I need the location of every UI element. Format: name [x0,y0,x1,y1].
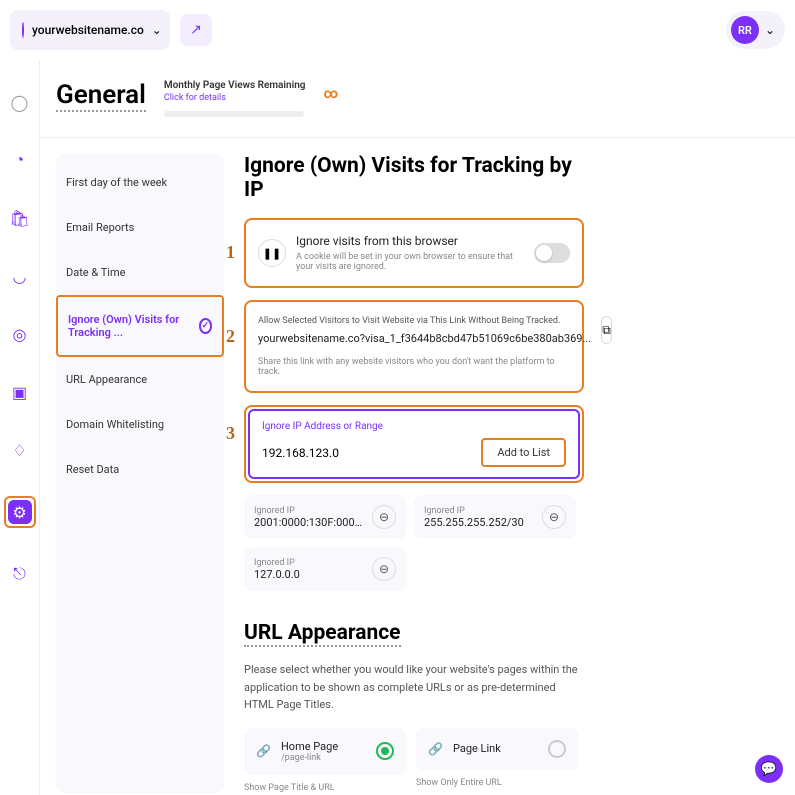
share-link-card: Allow Selected Visitors to Visit Website… [244,300,584,393]
nav-shopping-icon[interactable]: 🛍 [8,206,32,230]
settings-item-reset-data[interactable]: Reset Data [56,447,224,492]
side-navigation: ◯ ◔ 🛍 ◡ ◎ ▣ ♢ ⚙ ⎋ [0,60,40,795]
settings-item-ignore-visits[interactable]: Ignore (Own) Visits for Tracking ... ✓ [56,295,224,357]
open-external-button[interactable]: ↗ [180,14,212,46]
avatar: RR [731,16,759,44]
link-icon: 🔗 [256,744,271,758]
account-menu[interactable]: RR ⌄ [726,11,785,49]
settings-item-label: Ignore (Own) Visits for Tracking ... [68,313,199,339]
site-icon [22,22,24,38]
nav-analytics-icon[interactable]: ◔ [8,148,32,172]
url-option-title-and-url[interactable]: 🔗 Home Page /page-link [244,728,406,775]
settings-item-domain-whitelisting[interactable]: Domain Whitelisting [56,402,224,447]
remove-ip-button[interactable]: ⊖ [542,505,566,529]
nav-activity-icon[interactable]: ◡ [8,264,32,288]
annotation-1: 1 [226,242,235,263]
copy-link-button[interactable]: ⧉ [601,316,612,344]
url-section-desc: Please select whether you would like you… [244,661,584,714]
ignore-browser-title: Ignore visits from this browser [296,234,524,248]
nav-dashboard-icon[interactable]: ◯ [8,90,32,114]
share-note: Share this link with any website visitor… [258,357,570,377]
radio-selected[interactable] [376,742,394,760]
pv-label: Monthly Page Views Remaining [164,80,306,91]
share-link-value: yourwebsitename.co?visa_1_f3644b8cbd47b5… [258,332,591,345]
ignore-browser-toggle[interactable] [534,243,570,263]
help-chat-button[interactable]: 💬 [755,755,783,783]
ignore-browser-card: ❚❚ Ignore visits from this browser A coo… [244,218,584,288]
section-title: Ignore (Own) Visits for Tracking by IP [244,154,584,202]
ip-input-label: Ignore IP Address or Range [262,421,566,432]
site-selector[interactable]: yourwebsitename.co ⌄ [10,10,170,50]
ignored-ip-chip: Ignored IP255.255.255.252/30 ⊖ [414,495,576,539]
ignore-browser-desc: A cookie will be set in your own browser… [296,252,524,272]
remove-ip-button[interactable]: ⊖ [372,557,396,581]
pv-progress-bar [164,111,304,117]
infinity-icon: ∞ [323,86,338,102]
add-ip-card: Ignore IP Address or Range 192.168.123.0… [244,405,584,483]
annotation-3: 3 [226,423,235,444]
settings-item-email-reports[interactable]: Email Reports [56,205,224,250]
chevron-down-icon: ⌄ [152,23,162,37]
url-option-entire-url[interactable]: 🔗 Page Link [416,728,578,770]
add-to-list-button[interactable]: Add to List [481,438,566,467]
remove-ip-button[interactable]: ⊖ [372,505,396,529]
share-instruction: Allow Selected Visitors to Visit Website… [258,316,591,326]
ip-input[interactable]: 192.168.123.0 [262,446,471,460]
page-title: General [56,80,146,112]
nav-shield-icon[interactable]: ♢ [8,438,32,462]
ignored-ip-chip: Ignored IP2001:0000:130F:0000:0000:... ⊖ [244,495,406,539]
settings-item-url-appearance[interactable]: URL Appearance [56,357,224,402]
page-views-box[interactable]: Monthly Page Views Remaining Click for d… [164,80,306,117]
pv-details-link[interactable]: Click for details [164,93,306,103]
site-name: yourwebsitename.co [32,23,144,37]
chevron-down-icon: ⌄ [765,23,775,37]
nav-user-icon[interactable]: ⎋ [8,562,32,586]
ignored-ip-chip: Ignored IP127.0.0.0 ⊖ [244,547,406,591]
pause-icon: ❚❚ [258,239,286,267]
link-icon: 🔗 [428,742,443,756]
annotation-2: 2 [226,326,235,347]
nav-target-icon[interactable]: ◎ [8,322,32,346]
radio-unselected[interactable] [548,740,566,758]
check-icon: ✓ [199,318,212,334]
nav-media-icon[interactable]: ▣ [8,380,32,404]
settings-item-first-day[interactable]: First day of the week [56,160,224,205]
nav-settings-icon[interactable]: ⚙ [8,500,32,524]
settings-nav: First day of the week Email Reports Date… [56,154,224,793]
settings-item-date-time[interactable]: Date & Time [56,250,224,295]
highlight-marker: ⚙ [4,496,36,528]
url-section-title: URL Appearance [244,621,401,647]
